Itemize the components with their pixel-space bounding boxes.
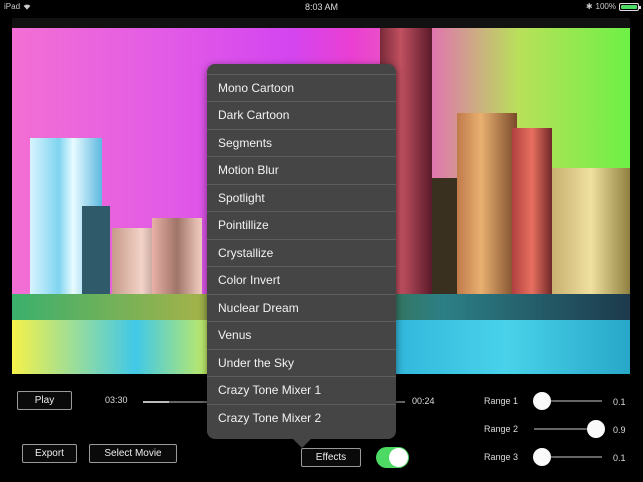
effect-menu-item[interactable]: Nuclear Dream: [207, 295, 396, 322]
export-button[interactable]: Export: [22, 444, 77, 463]
range-2-knob[interactable]: [587, 420, 606, 438]
range-2-label: Range 2: [484, 424, 519, 434]
effects-button[interactable]: Effects: [301, 448, 361, 467]
video-building: [457, 113, 517, 298]
effect-menu-item[interactable]: Spotlight: [207, 185, 396, 212]
video-top-band: [12, 18, 630, 28]
effect-menu-item[interactable]: Mono Cartoon: [207, 75, 396, 102]
range-3-knob[interactable]: [532, 448, 551, 466]
status-right: ✱ 100%: [585, 2, 641, 11]
battery-percent: 100%: [595, 2, 616, 11]
battery-icon: [619, 2, 641, 11]
select-movie-button[interactable]: Select Movie: [89, 444, 177, 463]
effect-menu-item[interactable]: Venus: [207, 322, 396, 350]
current-time: 03:30: [105, 395, 128, 405]
effect-menu-item[interactable]: Noir Cartoon: [207, 64, 396, 75]
effect-menu-item[interactable]: Crystallize: [207, 240, 396, 267]
effect-menu-item[interactable]: Under the Sky: [207, 350, 396, 377]
range-2-value: 0.9: [613, 425, 626, 435]
range-3-value: 0.1: [613, 453, 626, 463]
bluetooth-icon: ✱: [585, 2, 593, 11]
range-1-knob[interactable]: [532, 392, 551, 410]
end-time: 00:24: [412, 396, 435, 406]
effect-menu-item[interactable]: Color Invert: [207, 267, 396, 295]
video-building: [82, 206, 110, 296]
effects-menu-list: Noir CartoonMono CartoonDark CartoonSegm…: [207, 64, 396, 432]
playback-progress: [143, 401, 170, 403]
range-3-label: Range 3: [484, 452, 519, 462]
effect-menu-item[interactable]: Segments: [207, 130, 396, 157]
effect-menu-item[interactable]: Dark Cartoon: [207, 102, 396, 130]
range-1-label: Range 1: [484, 396, 519, 406]
effects-menu: Noir CartoonMono CartoonDark CartoonSegm…: [207, 64, 396, 439]
effects-toggle-knob: [389, 448, 408, 467]
video-building: [552, 168, 630, 298]
status-bar: iPad 8:03 AM ✱ 100%: [0, 0, 643, 14]
effect-menu-item[interactable]: Motion Blur: [207, 157, 396, 185]
range-1-value: 0.1: [613, 397, 626, 407]
status-time: 8:03 AM: [304, 2, 339, 12]
effect-menu-item[interactable]: Crazy Tone Mixer 1: [207, 377, 396, 405]
video-building: [152, 218, 202, 298]
video-building: [512, 128, 552, 298]
play-button[interactable]: Play: [17, 391, 72, 410]
effect-menu-item[interactable]: Pointillize: [207, 212, 396, 240]
effects-menu-arrow: [293, 439, 311, 448]
effect-menu-item[interactable]: Crazy Tone Mixer 2: [207, 405, 396, 433]
effects-toggle[interactable]: [376, 447, 409, 468]
